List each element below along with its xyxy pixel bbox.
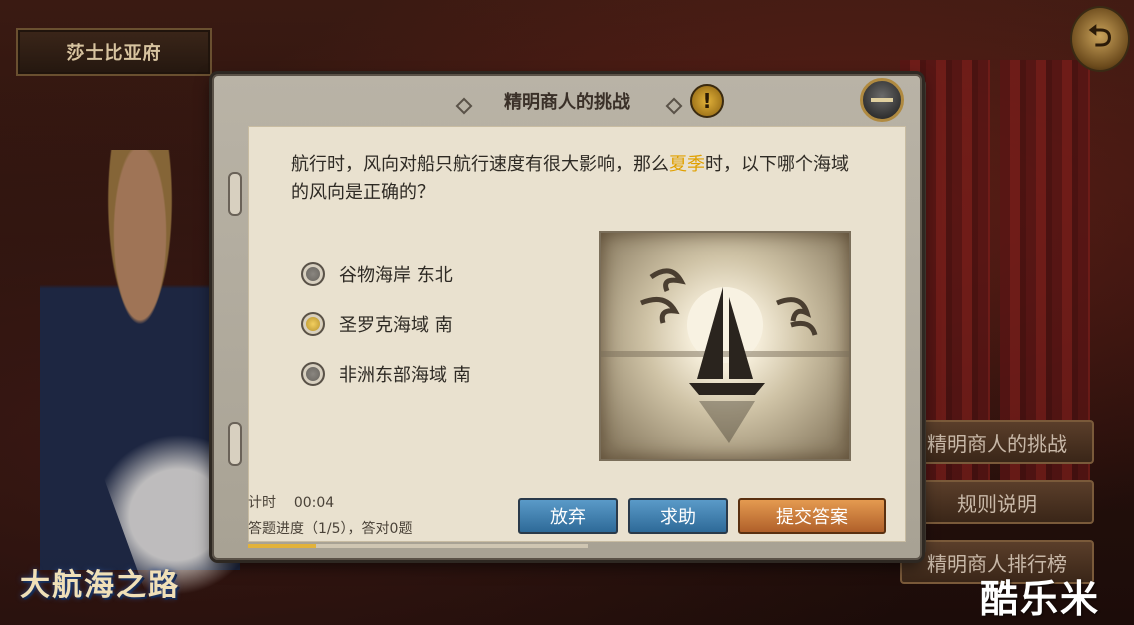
dialog-footer: 计时 00:04 答题进度（1/5），答对0题 放弃 求助 提交答案 (248, 126, 904, 548)
exclamation-icon: ! (702, 89, 712, 113)
dialog-title: 精明商人的挑战 (504, 92, 630, 113)
progress-bar (248, 544, 588, 548)
binder-ring (228, 172, 242, 216)
binder-ring (228, 422, 242, 466)
info-button[interactable]: ! (690, 84, 724, 118)
back-arrow-icon: ⮌ (1087, 18, 1113, 54)
progress-bar-fill (248, 544, 316, 548)
timer-value: 00:04 (293, 495, 335, 511)
side-challenge-button[interactable]: 精明商人的挑战 (900, 420, 1094, 464)
side-rules-button[interactable]: 规则说明 (900, 480, 1094, 524)
help-button[interactable]: 求助 (628, 498, 728, 534)
curtain-decoration (1000, 60, 1090, 480)
submit-answer-button[interactable]: 提交答案 (738, 498, 886, 534)
game-logo: 大航海之路 (20, 568, 180, 603)
location-label: 莎士比亚府 (16, 28, 212, 76)
timer: 计时 00:04 (248, 495, 335, 511)
quiz-dialog: 精明商人的挑战 ! 航行时，风向对船只航行速度有很大影响，那么夏季时，以下哪个海… (212, 74, 922, 560)
minimize-icon (871, 98, 893, 102)
watermark: 酷乐米 (980, 577, 1101, 621)
abandon-button[interactable]: 放弃 (518, 498, 618, 534)
progress-text: 答题进度（1/5），答对0题 (248, 521, 413, 537)
back-button[interactable]: ⮌ (1070, 6, 1130, 72)
minimize-button[interactable] (860, 78, 904, 122)
